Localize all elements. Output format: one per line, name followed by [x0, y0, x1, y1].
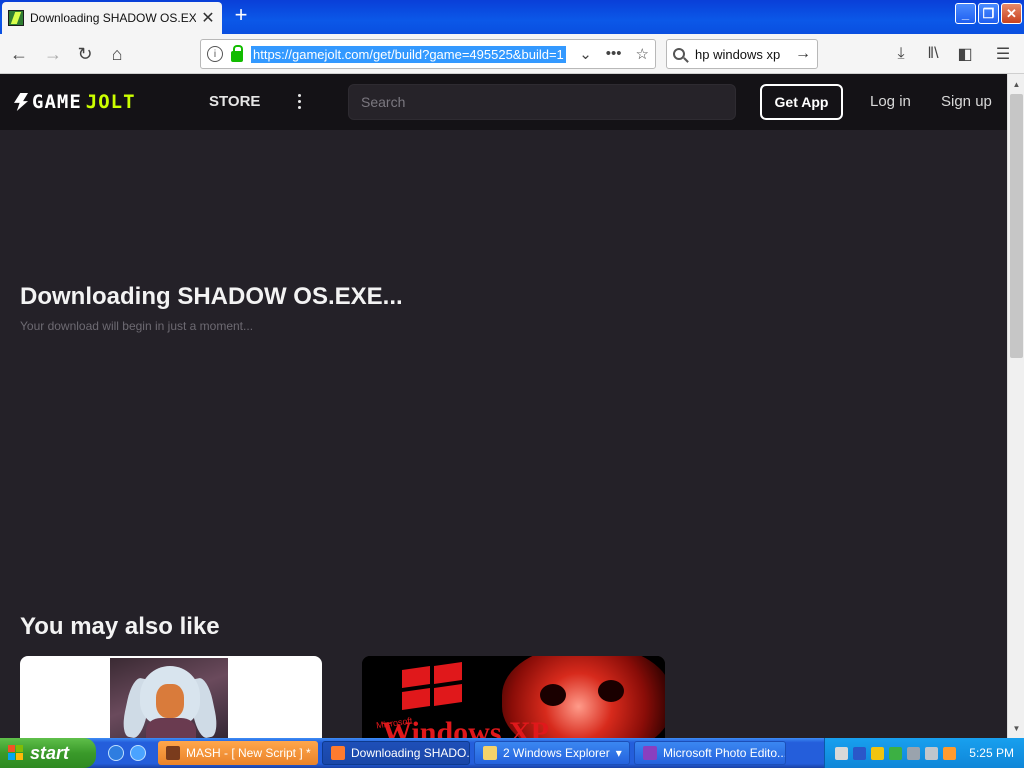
url-bar[interactable]: i https://gamejolt.com/get/build?game=49… [200, 39, 656, 69]
taskbar-item-explorer[interactable]: 2 Windows Explorer ▾ [474, 741, 630, 765]
keyboard-icon[interactable] [835, 746, 849, 760]
hamburger-menu-icon: ☰ [995, 46, 1011, 63]
gamejolt-favicon-icon [8, 10, 24, 26]
download-subtitle: Your download will begin in just a momen… [20, 319, 254, 333]
start-label: start [30, 742, 70, 763]
tab-title: Downloading SHADOW OS.EXE - G [30, 11, 196, 25]
close-window-button[interactable]: ✕ [1001, 3, 1022, 24]
downloads-button[interactable]: ⤓ [888, 41, 914, 67]
vertical-scrollbar[interactable]: ▲ ▼ [1007, 74, 1024, 738]
back-button[interactable]: ← [6, 41, 32, 67]
photo-editor-icon [643, 746, 657, 760]
get-app-button[interactable]: Get App [760, 84, 843, 120]
clock: 5:25 PM [969, 746, 1014, 760]
security-shield-icon[interactable] [871, 746, 885, 760]
minimize-button[interactable]: _ [955, 3, 976, 24]
taskbar-item-label: MASH - [ New Script ] * [186, 746, 311, 760]
recommendations-heading: You may also like [20, 613, 220, 640]
card-logo-text: Windows XP [382, 716, 549, 738]
taskbar-item-mash[interactable]: MASH - [ New Script ] * [158, 741, 318, 765]
lightning-bolt-icon [14, 93, 28, 111]
info-icon[interactable]: i [207, 46, 223, 62]
browser-quicklaunch-icon[interactable] [130, 745, 146, 761]
taskbar-item-label: 2 Windows Explorer [503, 746, 610, 760]
display-icon[interactable] [925, 746, 939, 760]
logo-word-jolt: JOLT [85, 91, 136, 113]
sidebar-icon: ◧ [957, 46, 973, 63]
site-header: GAME JOLT STORE Search Get App Log in Si… [0, 74, 1007, 130]
lock-icon[interactable] [231, 44, 243, 62]
group-dropdown-icon[interactable]: ▾ [616, 746, 622, 760]
reload-button[interactable]: ↻ [72, 41, 98, 67]
search-tray-icon[interactable] [943, 746, 957, 760]
tab-close-icon[interactable]: ✕ [200, 8, 216, 28]
menu-button[interactable]: ☰ [990, 41, 1016, 67]
restore-button[interactable]: ❐ [978, 3, 999, 24]
game-card[interactable]: Microsoft Windows XP [362, 656, 665, 738]
url-text[interactable]: https://gamejolt.com/get/build?game=4955… [251, 45, 566, 63]
new-tab-button[interactable]: + [230, 4, 252, 28]
page-viewport: GAME JOLT STORE Search Get App Log in Si… [0, 74, 1007, 738]
folder-icon [483, 746, 497, 760]
logo-word-game: GAME [32, 91, 82, 113]
search-go-icon[interactable]: → [795, 45, 811, 63]
url-dropdown-icon[interactable]: ⌄ [579, 45, 592, 63]
taskbar-item-label: Downloading SHADO... [351, 746, 470, 760]
home-icon: ⌂ [111, 43, 123, 64]
browser-tab[interactable]: Downloading SHADOW OS.EXE - G ✕ [2, 2, 222, 34]
update-icon[interactable] [889, 746, 903, 760]
mash-app-icon [166, 746, 180, 760]
taskbar-item-photo-editor[interactable]: Microsoft Photo Edito... [634, 741, 786, 765]
sidebar-button[interactable]: ◧ [952, 41, 978, 67]
library-icon: ‖\ [927, 45, 939, 62]
home-button[interactable]: ⌂ [104, 41, 130, 67]
taskbar-item-browser[interactable]: Downloading SHADO... [322, 741, 470, 765]
network-icon[interactable] [853, 746, 867, 760]
search-icon [673, 48, 685, 60]
scroll-thumb[interactable] [1010, 94, 1023, 358]
scroll-up-icon[interactable]: ▲ [1009, 76, 1024, 92]
back-arrow-icon: ← [10, 43, 28, 64]
gamejolt-logo[interactable]: GAME JOLT [14, 91, 136, 113]
windows-xp-skull-thumbnail: Microsoft Windows XP [362, 656, 665, 738]
quick-launch [108, 745, 146, 761]
tab-strip: Downloading SHADOW OS.EXE - G ✕ + _ ❐ ✕ [0, 0, 1024, 34]
search-bar[interactable]: hp windows xp → [666, 39, 818, 69]
login-link[interactable]: Log in [870, 93, 911, 110]
forward-button[interactable]: → [40, 41, 66, 67]
bookmark-star-icon[interactable]: ☆ [636, 45, 649, 63]
search-placeholder: Search [361, 94, 406, 110]
forward-arrow-icon: → [44, 43, 62, 64]
internet-explorer-icon[interactable] [108, 745, 124, 761]
windows-taskbar: start MASH - [ New Script ] * Downloadin… [0, 738, 1024, 768]
window-controls: _ ❐ ✕ [955, 3, 1022, 24]
taskbar-item-label: Microsoft Photo Edito... [663, 746, 786, 760]
signup-link[interactable]: Sign up [941, 93, 992, 110]
character-portrait-thumbnail [110, 658, 228, 738]
site-search-input[interactable]: Search [348, 84, 736, 120]
game-card[interactable] [20, 656, 322, 738]
library-button[interactable]: ‖\ [920, 41, 946, 67]
volume-icon[interactable] [907, 746, 921, 760]
reload-icon: ↻ [77, 43, 93, 64]
search-input[interactable]: hp windows xp [695, 47, 795, 62]
browser-toolbar: ← → ↻ ⌂ i https://gamejolt.com/get/build… [0, 34, 1024, 74]
windows-flag-icon [8, 745, 24, 761]
download-title: Downloading SHADOW OS.EXE... [20, 283, 403, 310]
download-icon: ⤓ [897, 45, 905, 62]
more-menu-icon[interactable] [295, 90, 303, 112]
page-actions-icon[interactable]: ••• [606, 45, 622, 63]
scroll-down-icon[interactable]: ▼ [1009, 720, 1024, 736]
system-tray: 5:25 PM [824, 738, 1024, 768]
nav-store-link[interactable]: STORE [209, 93, 260, 110]
firefox-icon [331, 746, 345, 760]
start-button[interactable]: start [0, 738, 96, 768]
